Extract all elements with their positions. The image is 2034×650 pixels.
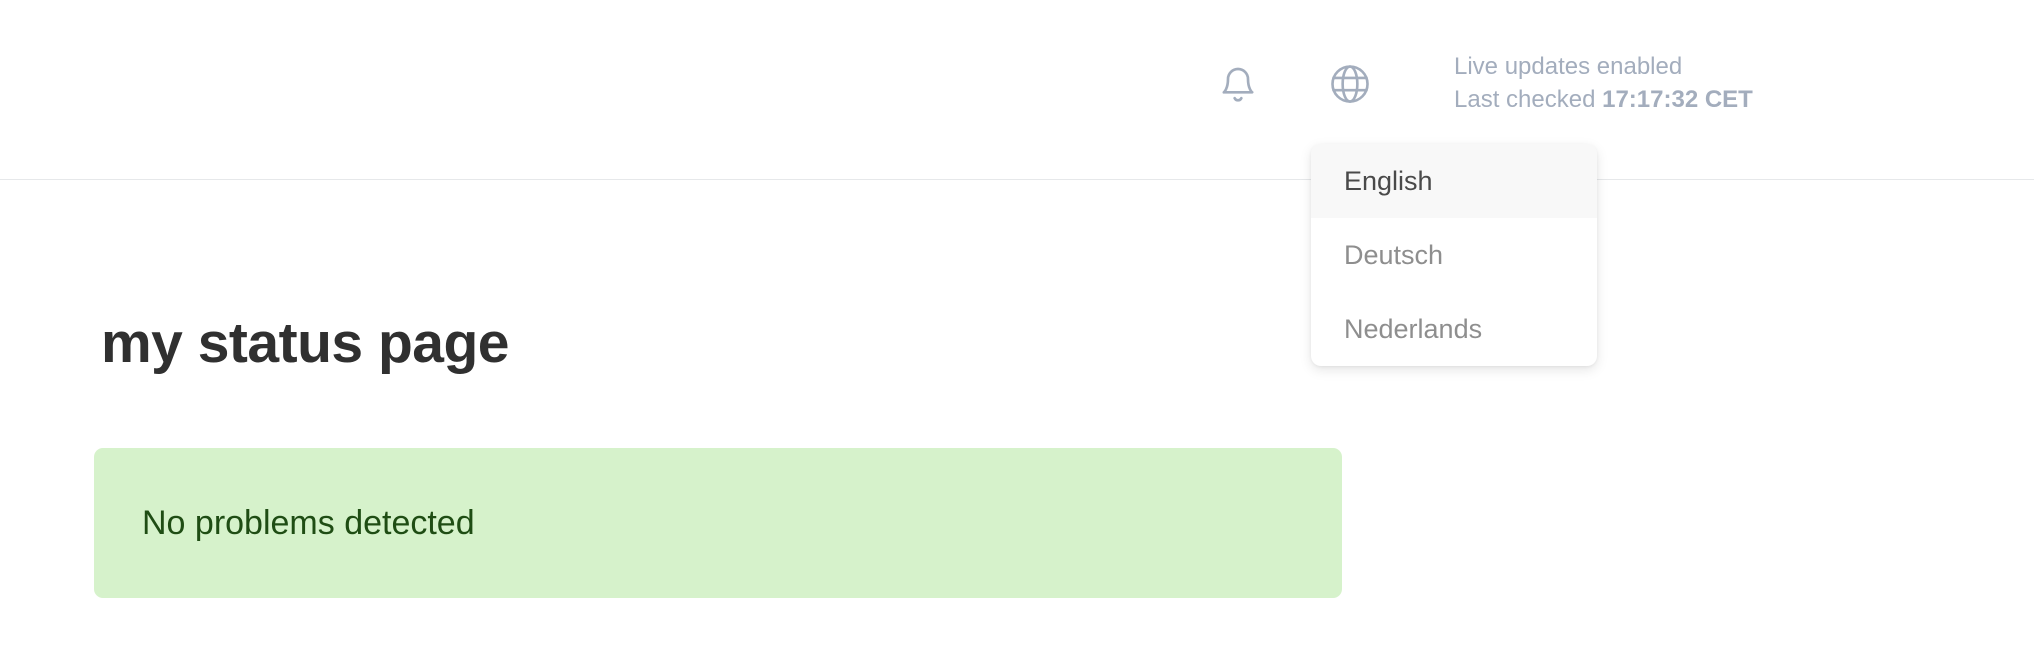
top-header: Live updates enabled Last checked 17:17:… [0, 0, 2034, 180]
live-status: Live updates enabled Last checked 17:17:… [1454, 50, 1753, 116]
page-title: my status page [101, 311, 509, 375]
bell-icon [1222, 67, 1254, 102]
last-checked-time: 17:17:32 CET [1602, 86, 1753, 113]
language-button[interactable] [1322, 56, 1378, 112]
language-option-deutsch[interactable]: Deutsch [1311, 218, 1597, 292]
language-dropdown: English Deutsch Nederlands [1311, 144, 1597, 366]
language-option-english[interactable]: English [1311, 144, 1597, 218]
status-banner: No problems detected [94, 448, 1342, 598]
last-checked-label: Last checked [1454, 86, 1596, 113]
live-updates-text: Live updates enabled [1454, 53, 1683, 80]
status-message: No problems detected [142, 503, 475, 542]
status-page: Live updates enabled Last checked 17:17:… [0, 0, 2034, 650]
last-checked-line: Last checked 17:17:32 CET [1454, 83, 1753, 116]
language-option-nederlands[interactable]: Nederlands [1311, 292, 1597, 366]
globe-icon [1331, 65, 1369, 103]
notifications-button[interactable] [1210, 56, 1266, 112]
